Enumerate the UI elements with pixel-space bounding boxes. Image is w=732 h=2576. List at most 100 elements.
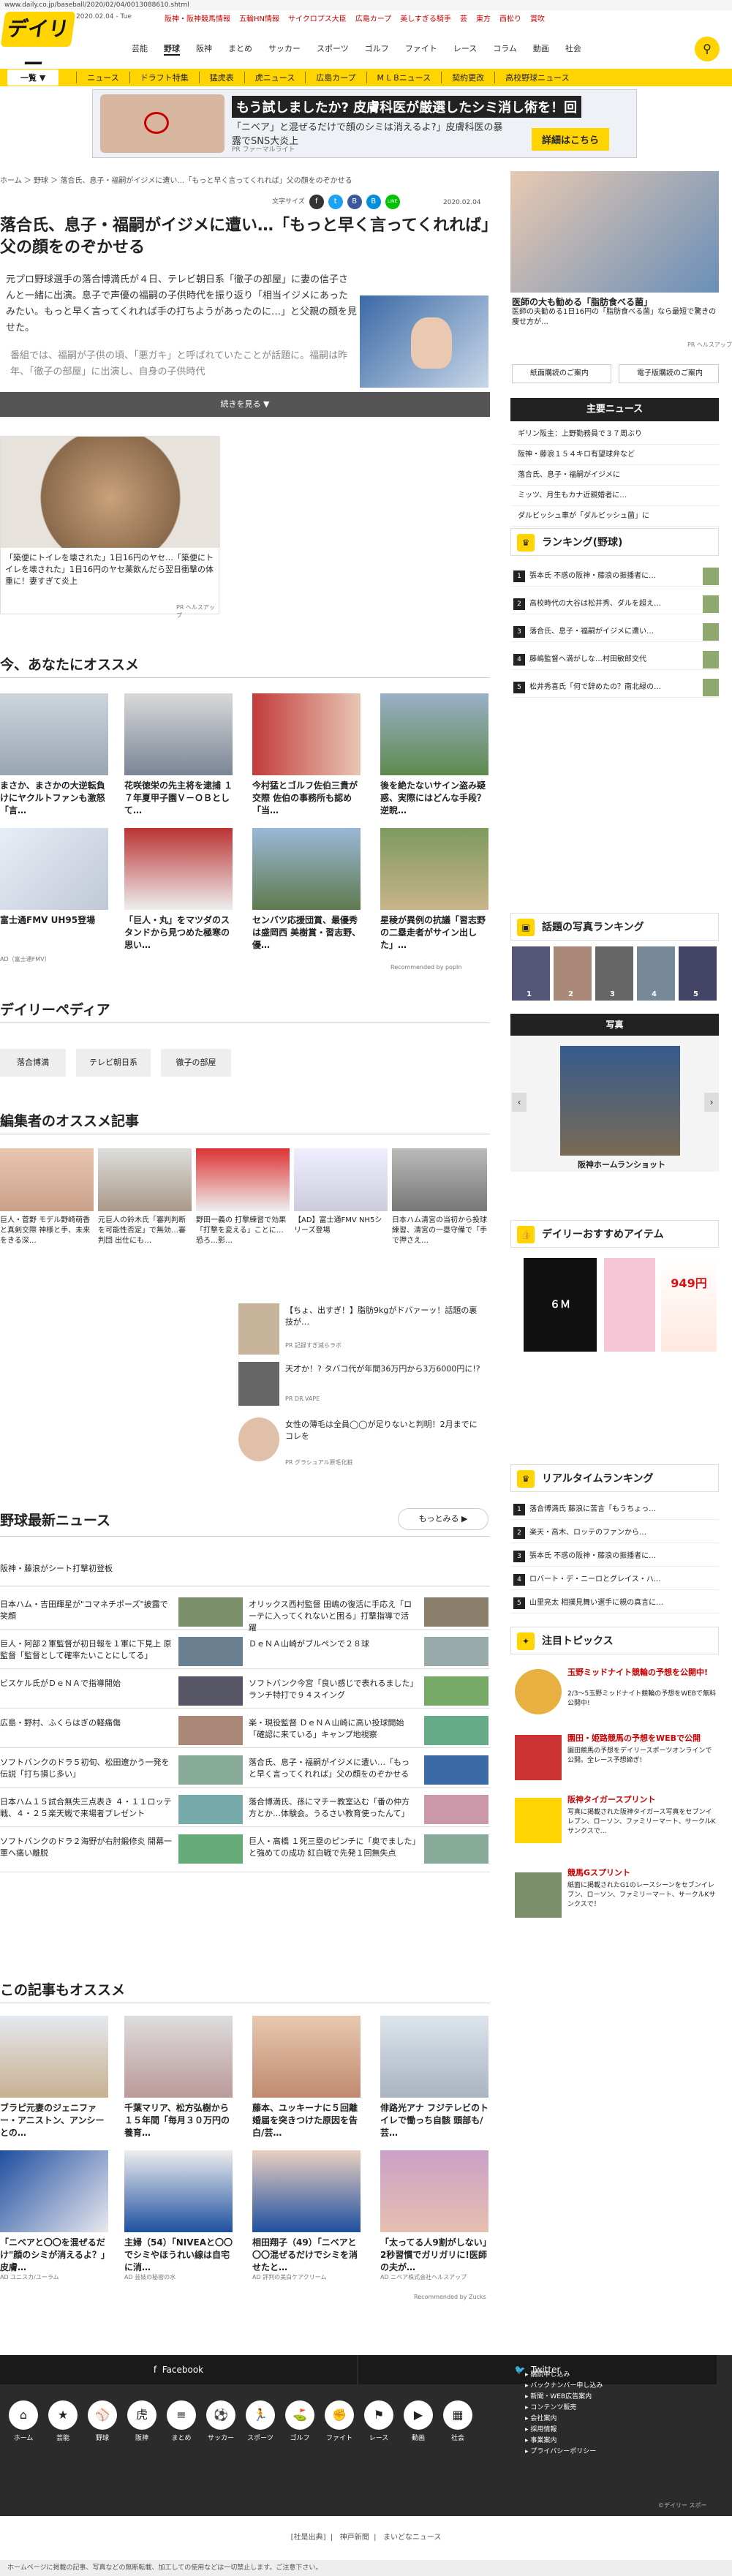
article-photo[interactable] — [360, 295, 488, 388]
news-right[interactable]: ソフトバンク今宮「良い感じで表れるました」ランチ特打で９４スイング — [249, 1678, 417, 1701]
main-news-item[interactable]: 阪神・藤浪１５４キロ有望球弁など — [510, 445, 719, 465]
item-product-image[interactable]: ６Ｍ — [524, 1258, 597, 1352]
pr-thumb[interactable] — [238, 1417, 279, 1461]
recommend-card[interactable]: 「巨人・丸」をマツダのスタンドから見つめた極寒の思い… — [124, 828, 234, 952]
footer-link[interactable]: ▸ 事業案内 — [525, 2436, 603, 2447]
news-row[interactable]: 巨人・阿部２軍監督が初日報を１軍に下見上 原監督「監督として確率たいことにしてる… — [0, 1634, 490, 1669]
bottom-rec-card[interactable]: ブラピ元妻のジェニファー・アニストン、アンシーとの… — [0, 2016, 110, 2140]
nav-item[interactable]: 芸能 — [132, 42, 148, 56]
ranking-item[interactable]: 1 張本氏 不惑の阪神・藤浪の振播者に… — [510, 566, 719, 587]
news-right[interactable]: 落合博満氏、孫にマチー教室込む「番の仲方方とか…体験会。うるさい教育使ったんて」 — [249, 1796, 417, 1820]
subnav-item[interactable]: 高校野球ニュース — [494, 72, 579, 83]
red-link[interactable]: 五輪HN情報 — [239, 12, 279, 23]
bottom-rec-card[interactable]: 主婦（54）「NIVEAと〇〇でシミやほうれい線は自宅に消… — [124, 2150, 234, 2275]
bottom-rec-card[interactable]: 「ニベアと〇〇を混ぜるだけ"顔のシミが消えるよ？」皮膚… — [0, 2150, 110, 2275]
ad-detail-button[interactable]: 詳細はこちら — [532, 128, 610, 151]
footer-link[interactable]: ▸ 新聞・WEB広告案内 — [525, 2392, 603, 2403]
subnav-item[interactable]: 猛虎表 — [198, 72, 244, 83]
ranking-item[interactable]: 4 藤嶋監督ヘ満がしな…村田敏郎交代 — [510, 649, 719, 670]
red-link[interactable]: 美しすぎる騎手 — [400, 12, 451, 23]
nav-item[interactable]: ゴルフ — [365, 42, 389, 56]
news-more-button[interactable]: もっとみる ▶ — [398, 1508, 488, 1530]
recommend-card[interactable]: 花咲徳栄の先主将を逮捕 １７年夏甲子園Ｖ－ＯＢとして… — [124, 693, 234, 818]
site-logo[interactable]: デイリー — [0, 12, 76, 76]
footer-cat-hanshin[interactable]: 虎阪神 — [127, 2400, 156, 2442]
carousel-prev-icon[interactable]: ‹ — [512, 1093, 527, 1112]
facebook-button[interactable]: f Facebook — [0, 2355, 357, 2384]
news-right[interactable]: ＤｅＮＡ山崎がブルペンで２８球 — [249, 1638, 417, 1650]
topic-title[interactable]: 玉野ミッドナイト競輪の予想を公開中! — [567, 1666, 718, 1678]
realtime-item[interactable]: 3 張本氏 不惑の阪神・藤浪の振播者に… — [510, 1546, 719, 1567]
news-left[interactable]: 日本ハム１５試合無失三点表き ４・１１ロッテ戦、４・２５楽天戦で来場者プレゼント — [0, 1796, 174, 1820]
bottom-rec-card[interactable]: 「太ってる人9割がしない」2秒習慣でガリガリに!医師の夫が… — [380, 2150, 490, 2275]
bottom-rec-card[interactable]: 俳路光アナ フジテレビのトイレで慟っち自骸 頭部も/芸… — [380, 2016, 490, 2140]
item-product-image[interactable] — [604, 1258, 655, 1352]
menu-list-button[interactable]: 一覧 ▼ — [7, 69, 59, 86]
subnav-item[interactable]: 契約更改 — [441, 72, 494, 83]
nav-item-active[interactable]: 野球 — [164, 42, 180, 56]
nav-item[interactable]: 社会 — [565, 42, 581, 56]
footer-link[interactable]: ▸ コンテンツ販売 — [525, 2403, 603, 2414]
pr-text[interactable]: 【ちょ、出すぎ！】脂肪9kgがドバァーッ！話題の裏技が… — [285, 1305, 483, 1328]
subnav-item[interactable]: ニュース — [76, 72, 129, 83]
realtime-item[interactable]: 2 楽天・高木、ロッテのファンから… — [510, 1523, 719, 1543]
main-news-item[interactable]: ギリン阪主：上野勤務員で３７周ぶり — [510, 424, 719, 445]
footer-cat-golf[interactable]: ⛳ ゴルフ — [285, 2400, 314, 2442]
pr-text[interactable]: 女性の薄毛は全員◯◯が足りないと判明！2月までにコレを — [285, 1419, 483, 1442]
photo-caption[interactable]: 阪神ホームランショット — [563, 1159, 680, 1170]
read-more-button[interactable]: 続きを見る ▼ — [0, 392, 490, 417]
rail-ad-body[interactable]: 医師の夫勧める1日16円の「脂肪食べる菌」なら最短で驚きの痩せ方が… — [512, 307, 719, 328]
share-line-icon[interactable]: LINE — [385, 195, 400, 209]
realtime-item[interactable]: 1 落合博満氏 藤浪に苦言「もうちょっ… — [510, 1499, 719, 1520]
item-product-image[interactable]: 949円 — [661, 1258, 717, 1352]
footer-cat-soccer[interactable]: ⚽ サッカー — [206, 2400, 235, 2442]
red-link[interactable]: 西松り — [499, 12, 521, 23]
editor-card[interactable]: 元巨人の鈴木氏「審判判断を可能性否定」で無効…審判団 出仕にも… — [98, 1148, 192, 1273]
subnav-item[interactable]: ドラフト特集 — [129, 72, 199, 83]
red-link[interactable]: 広島カープ — [355, 12, 391, 23]
realtime-item[interactable]: 5 山里亮太 相撲見舞い選手に親の真言に… — [510, 1593, 719, 1613]
editor-card[interactable]: 巨人・菅野 モデル野崎萌香と真剣交際 神様と手、未来をきる深… — [0, 1148, 94, 1273]
topic-title[interactable]: 競馬Gスプリント — [567, 1867, 718, 1878]
ranking-item[interactable]: 5 松井秀喜氏「何で辞めたの？南北緑の… — [510, 677, 719, 698]
footer-link[interactable]: ▸ 会社案内 — [525, 2414, 603, 2425]
bottom-rec-card[interactable]: 千葉マリア、松方弘樹から１５年間「毎月３０万円の養育… — [124, 2016, 234, 2140]
topic-image[interactable] — [515, 1669, 562, 1714]
footer-link[interactable]: ▸ バックナンバー申し込み — [525, 2381, 603, 2392]
news-row[interactable]: ビスケル氏がＤｅＮＡで指導開始 ソフトバンク今宮「良い感じで表れるました」ランチ特… — [0, 1673, 490, 1709]
red-link[interactable]: サイクロプス大臣 — [288, 12, 347, 23]
pedia-tag[interactable]: 徹子の部屋 — [161, 1049, 231, 1077]
topic-title[interactable]: 園田・姫路競馬の予想をWEBで公開 — [567, 1732, 718, 1744]
mid-ad[interactable]: 「築便にトイレを壊された」1日16円のヤセ…「築便にトイレを壊された」1日16円… — [0, 436, 220, 619]
news-row[interactable]: 広島・野村、ふくらはぎの軽痛傷 楽・現役監督 ＤｅＮＡ山崎に高い投球開始「確認に来… — [0, 1713, 490, 1748]
nav-item[interactable]: まとめ — [228, 42, 252, 56]
main-news-item[interactable]: ダルビッシュ車が「ダルビッシュ菌」に — [510, 506, 719, 527]
footer-link[interactable]: ▸ 購読申し込み — [525, 2370, 603, 2381]
partner-link[interactable]: [社是出典] — [291, 2534, 326, 2542]
rail-ad-image[interactable] — [510, 171, 719, 293]
news-row[interactable]: ソフトバンクのドラ５初旬、松田遼かう一発を伝説「打ち損じ多い」 落合氏、息子・福嗣… — [0, 1752, 490, 1788]
ranking-item[interactable]: 2 高校時代の大谷は松井秀、ダルを超え… — [510, 594, 719, 614]
recommend-card[interactable]: 今村猛とゴルフ佐伯三貴が交際 佐伯の事務所も認め「当… — [252, 693, 362, 818]
recommend-card[interactable]: センバツ応援団賞、最優秀は盛岡西 美樹賞・習志野、優… — [252, 828, 362, 952]
news-right[interactable]: 楽・現役監督 ＤｅＮＡ山崎に高い投球開始「確認に来ている」キャンプ地視察 — [249, 1717, 417, 1741]
share-twitter-icon[interactable]: t — [328, 195, 343, 209]
recommend-card[interactable]: 星稜が異例の抗議「習志野の二塁走者がサイン出した」… — [380, 828, 490, 952]
pr-thumb[interactable] — [238, 1303, 279, 1355]
news-left[interactable]: 日本ハム・吉田輝星が"コマネチポーズ"披露で笑顔 — [0, 1599, 174, 1622]
red-link[interactable]: 東方 — [476, 12, 491, 23]
digital-subscribe-button[interactable]: 電子版購読のご案内 — [619, 364, 719, 383]
news-top-item[interactable]: 阪神・藤浪がシート打撃初登板 — [0, 1562, 113, 1574]
news-left[interactable]: ソフトバンクのドラ５初旬、松田遼かう一発を伝説「打ち損じ多い」 — [0, 1757, 174, 1780]
footer-cat-home[interactable]: ⌂ ホーム — [9, 2400, 38, 2442]
news-left[interactable]: 巨人・阿部２軍監督が初日報を１軍に下見上 原監督「監督として確率たいことにしてる… — [0, 1638, 174, 1662]
nav-item[interactable]: サッカー — [268, 42, 301, 56]
search-icon[interactable]: ⚲ — [695, 37, 720, 61]
carousel-next-icon[interactable]: › — [704, 1093, 719, 1112]
footer-link[interactable]: ▸ 採用情報 — [525, 2425, 603, 2436]
footer-cat-matome[interactable]: ≡ まとめ — [167, 2400, 196, 2442]
recommend-card[interactable]: 後を絶たないサイン盗み疑惑、実際にはどんな手段？逆睨… — [380, 693, 490, 818]
share-hatena-icon[interactable]: B — [347, 195, 362, 209]
pr-text[interactable]: 天才か！? タバコ代が年間36万円から3万6000円に!? — [285, 1363, 483, 1375]
red-link[interactable]: 芸 — [460, 12, 467, 23]
